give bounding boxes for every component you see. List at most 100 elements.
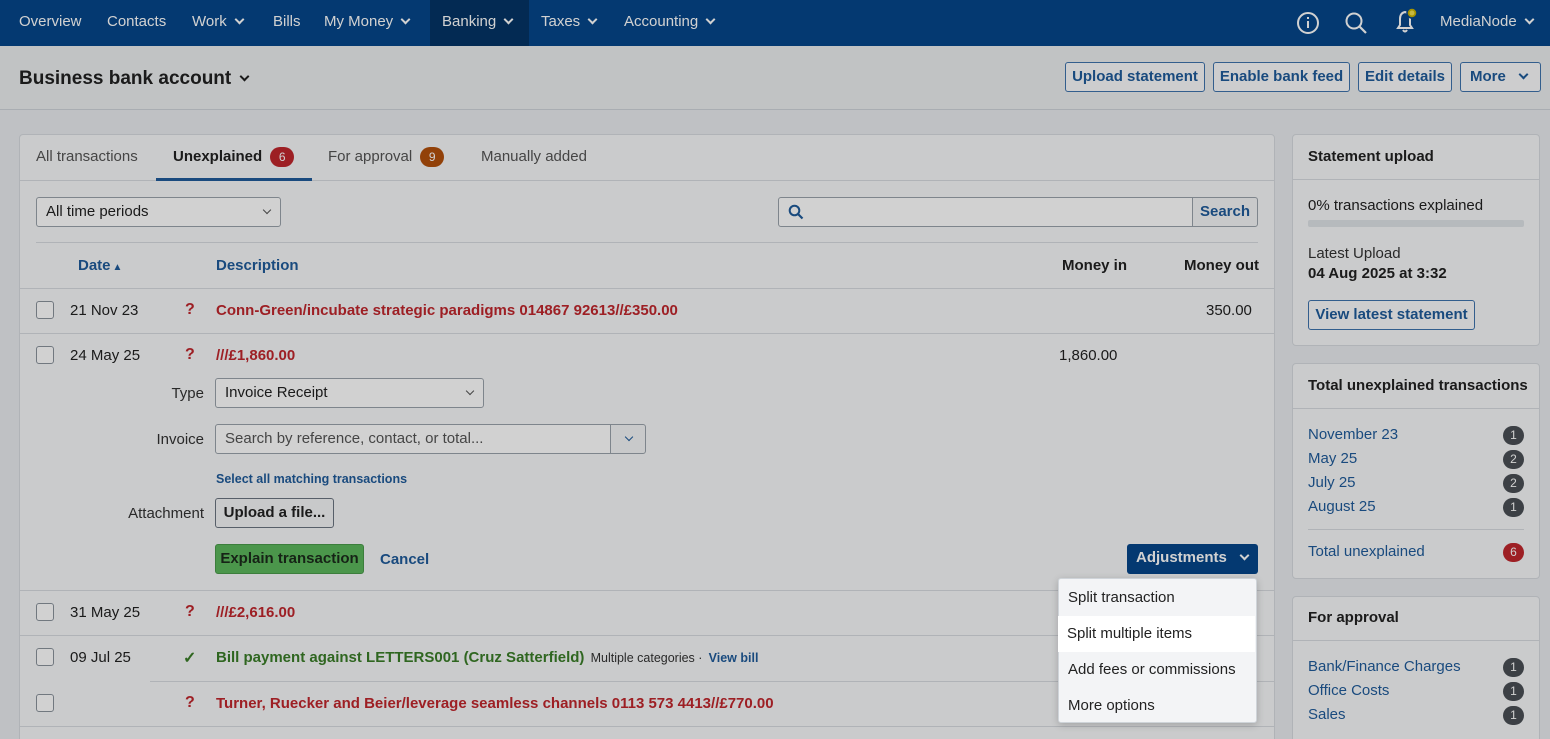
multiple-categories-text: Multiple categories ·: [590, 651, 703, 665]
divider: [1293, 640, 1539, 641]
chevron-down-icon: [1239, 550, 1250, 561]
row-checkbox[interactable]: [36, 694, 54, 712]
menu-item-split-transaction[interactable]: Split transaction: [1059, 580, 1256, 616]
count-badge: 1: [1503, 426, 1524, 445]
row-checkbox[interactable]: [36, 301, 54, 319]
row-checkbox[interactable]: [36, 346, 54, 364]
nav-overview[interactable]: Overview: [19, 0, 82, 46]
menu-item-more-options[interactable]: More options: [1059, 688, 1256, 724]
nav-work[interactable]: Work: [192, 0, 245, 46]
invoice-search-input[interactable]: Search by reference, contact, or total..…: [215, 424, 611, 454]
nav-my-money[interactable]: My Money: [324, 0, 411, 46]
view-latest-statement-button[interactable]: View latest statement: [1308, 300, 1475, 330]
transaction-tabs: All transactions Unexplained 6 For approv…: [20, 135, 1274, 181]
tab-for-approval[interactable]: For approval 9: [328, 135, 445, 181]
latest-upload-value: 04 Aug 2025 at 3:32: [1308, 265, 1447, 282]
approval-item-sales[interactable]: Sales: [1308, 706, 1346, 723]
nav-contacts[interactable]: Contacts: [107, 0, 166, 46]
cancel-link[interactable]: Cancel: [380, 551, 429, 568]
period-select[interactable]: All time periods: [36, 197, 281, 227]
nav-work-label: Work: [192, 13, 227, 30]
nav-taxes[interactable]: Taxes: [541, 0, 598, 46]
search-icon[interactable]: [1343, 10, 1369, 36]
unexplained-item-november-23[interactable]: November 23: [1308, 426, 1398, 443]
chevron-down-icon: [400, 14, 411, 25]
chevron-down-icon: [465, 386, 475, 396]
row-checkbox[interactable]: [36, 648, 54, 666]
row-description[interactable]: Turner, Ruecker and Beier/leverage seaml…: [216, 695, 774, 712]
latest-upload-label: Latest Upload: [1308, 245, 1401, 262]
upload-file-button[interactable]: Upload a file...: [215, 498, 334, 528]
chevron-down-icon: [262, 205, 272, 215]
unexplained-status-icon: ?: [185, 694, 195, 711]
tab-for-approval-label: For approval: [328, 148, 413, 165]
unexplained-count-badge: 6: [270, 147, 295, 167]
type-select[interactable]: Invoice Receipt: [215, 378, 484, 408]
unexplained-item-july-25[interactable]: July 25: [1308, 474, 1356, 491]
nav-taxes-label: Taxes: [541, 13, 581, 30]
select-all-matching-link[interactable]: Select all matching transactions: [216, 472, 407, 486]
row-description[interactable]: Conn-Green/incubate strategic paradigms …: [216, 302, 678, 319]
tab-all-transactions[interactable]: All transactions: [36, 135, 138, 181]
row-checkbox[interactable]: [36, 603, 54, 621]
unexplained-item-august-25[interactable]: August 25: [1308, 498, 1376, 515]
date-column-header[interactable]: Date ▲: [78, 257, 122, 274]
divider: [1308, 529, 1524, 530]
nav-accounting[interactable]: Accounting: [624, 0, 716, 46]
period-select-value: All time periods: [46, 203, 149, 220]
view-bill-link[interactable]: View bill: [709, 651, 759, 665]
divider: [20, 288, 1274, 289]
account-selector[interactable]: Business bank account: [19, 68, 250, 90]
money-out-header: Money out: [1184, 257, 1259, 274]
search-input[interactable]: [778, 197, 1193, 227]
top-nav: Overview Contacts Work Bills My Money Ba…: [0, 0, 1550, 46]
unexplained-status-icon: ?: [185, 603, 195, 620]
unexplained-title: Total unexplained transactions: [1308, 377, 1528, 394]
row-description[interactable]: ///£2,616.00: [216, 604, 295, 621]
upload-statement-button[interactable]: Upload statement: [1065, 62, 1205, 92]
total-unexplained-link[interactable]: Total unexplained: [1308, 543, 1425, 560]
count-badge: 1: [1503, 658, 1524, 677]
nav-banking[interactable]: Banking: [430, 0, 529, 46]
approval-item-bank-finance-charges[interactable]: Bank/Finance Charges: [1308, 658, 1461, 675]
nav-accounting-label: Accounting: [624, 13, 699, 30]
nav-bills[interactable]: Bills: [273, 0, 301, 46]
count-badge: 1: [1503, 706, 1524, 725]
description-column-header[interactable]: Description: [216, 257, 299, 274]
row-description[interactable]: ///£1,860.00: [216, 347, 295, 364]
enable-bank-feed-button[interactable]: Enable bank feed: [1213, 62, 1350, 92]
row-description[interactable]: Bill payment against LETTERS001 (Cruz Sa…: [216, 649, 584, 666]
adjustments-button[interactable]: Adjustments: [1127, 544, 1258, 574]
unexplained-status-icon: ?: [185, 301, 195, 318]
edit-details-button[interactable]: Edit details: [1358, 62, 1452, 92]
total-count-badge: 6: [1503, 543, 1524, 562]
tab-unexplained[interactable]: Unexplained 6: [156, 135, 312, 181]
unexplained-item-may-25[interactable]: May 25: [1308, 450, 1357, 467]
money-in-header: Money in: [1062, 257, 1128, 274]
row-money-out: 350.00: [1206, 302, 1252, 319]
sort-asc-icon: ▲: [112, 262, 123, 273]
more-button[interactable]: More: [1460, 62, 1541, 92]
info-icon[interactable]: [1295, 10, 1321, 36]
chevron-down-icon: [624, 432, 634, 442]
row-date: 09 Jul 25: [70, 649, 131, 666]
row-money-in: 1,860.00: [1059, 347, 1118, 364]
menu-item-add-fees[interactable]: Add fees or commissions: [1059, 652, 1256, 688]
menu-item-split-multiple-items[interactable]: Split multiple items: [1058, 616, 1255, 652]
search-button[interactable]: Search: [1192, 197, 1258, 227]
account-menu[interactable]: MediaNode: [1440, 0, 1535, 46]
approval-item-office-costs[interactable]: Office Costs: [1308, 682, 1389, 699]
explain-transaction-button[interactable]: Explain transaction: [215, 544, 364, 574]
row-date: 31 May 25: [70, 604, 141, 621]
chevron-down-icon: [705, 14, 716, 25]
for-approval-title: For approval: [1308, 609, 1399, 626]
nav-my-money-label: My Money: [324, 13, 394, 30]
count-badge: 1: [1503, 498, 1524, 517]
account-name: MediaNode: [1440, 13, 1517, 30]
statement-upload-title: Statement upload: [1308, 148, 1434, 165]
tab-manually-added[interactable]: Manually added: [481, 135, 587, 181]
bell-icon[interactable]: [1391, 4, 1423, 36]
row-description-group: Bill payment against LETTERS001 (Cruz Sa…: [216, 649, 758, 666]
invoice-dropdown-button[interactable]: [610, 424, 646, 454]
progress-text: 0% transactions explained: [1308, 197, 1484, 214]
